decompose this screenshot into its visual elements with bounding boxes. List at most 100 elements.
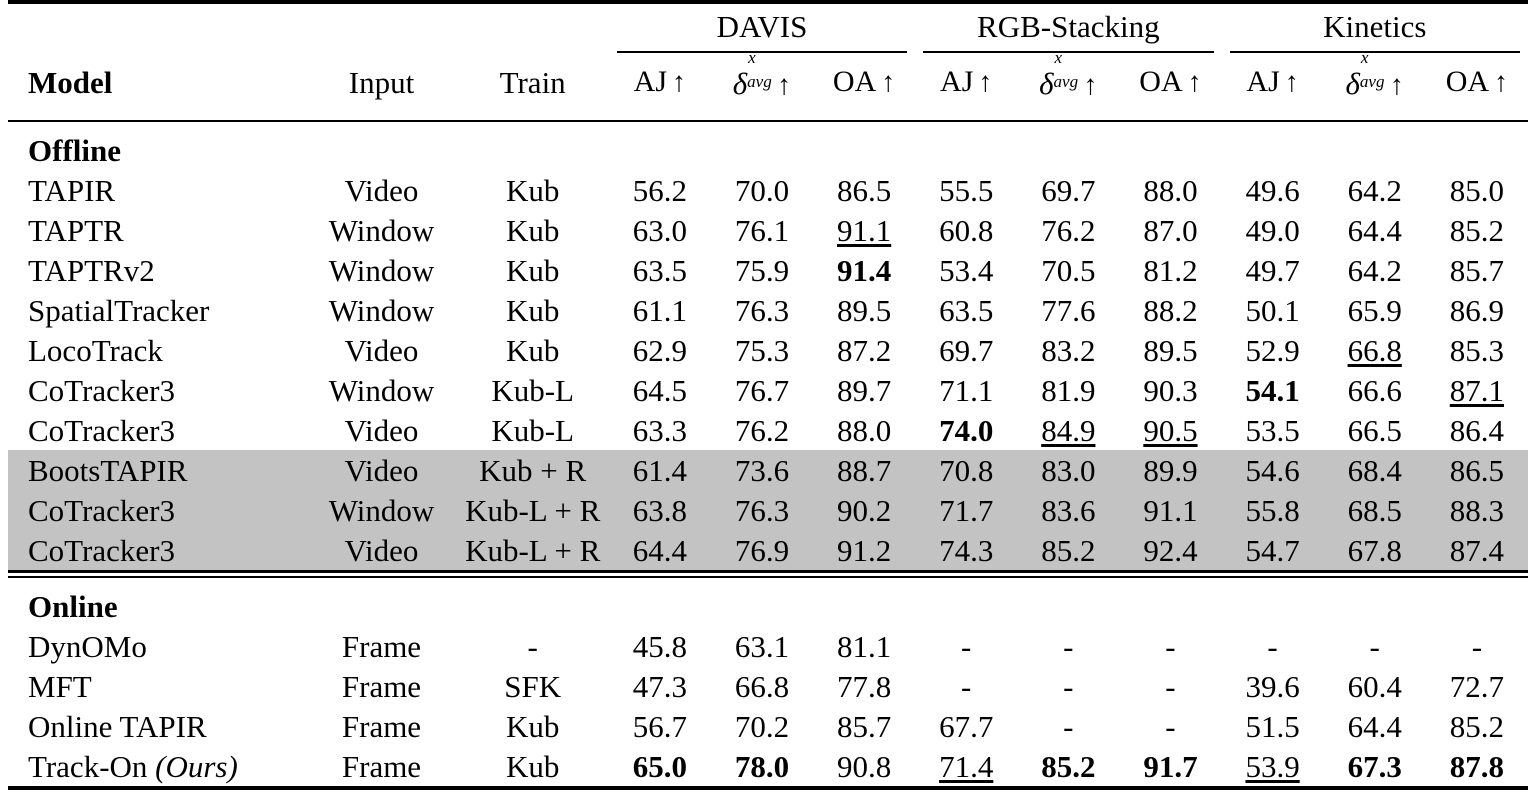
cell-model-name: Track-On (Ours)	[8, 746, 306, 788]
cell-train: Kub	[505, 212, 560, 248]
cell-metric-value: 52.9	[1222, 330, 1324, 370]
metric-header-rgb-oa: OA ↑	[1139, 65, 1202, 98]
metric-value: 51.5	[1245, 708, 1300, 744]
cell-metric-value: -	[1017, 706, 1119, 746]
group-underline-rgb-stacking	[923, 51, 1214, 53]
cell-metric-value: 60.8	[915, 210, 1017, 250]
metric-value: 75.9	[734, 252, 790, 288]
metric-value: 73.6	[734, 452, 790, 488]
metric-value: 69.7	[1041, 172, 1096, 208]
metric-value: 86.5	[1449, 452, 1504, 488]
cell-metric-value: 86.5	[813, 170, 915, 210]
metric-value: 76.9	[734, 532, 790, 568]
spacer-cell-input	[306, 4, 456, 50]
cell-metric-value: 63.8	[608, 490, 711, 530]
cell-train: Kub	[505, 708, 560, 744]
metric-value: 53.9	[1245, 748, 1300, 784]
cell-metric-value: 63.5	[915, 290, 1017, 330]
metric-value: 64.4	[632, 532, 687, 568]
cell-metric-value: 86.5	[1425, 450, 1528, 490]
cell-metric-value: 87.0	[1119, 210, 1221, 250]
cell-metric-value: 85.3	[1426, 330, 1528, 370]
metric-value: 74.0	[939, 412, 994, 448]
metric-value: 85.7	[1449, 252, 1504, 288]
metric-value: 92.4	[1143, 532, 1198, 568]
table-row: CoTracker3 Window Kub-L 64.5 76.7 89.7 71.1 81.…	[8, 370, 1528, 410]
cell-metric-value: 51.5	[1222, 706, 1324, 746]
cell-metric-value: 87.1	[1426, 370, 1528, 410]
cell-metric-value: 85.2	[1426, 706, 1528, 746]
section-offline: Offline TAPIR Video Kub 56.2 70.0 86.5 55.5 69.7…	[8, 122, 1528, 572]
metric-value: 78.0	[734, 748, 790, 784]
cell-metric-value: 81.9	[1017, 370, 1119, 410]
cell-model-name: TAPIR	[8, 170, 306, 210]
cell-metric-value: 75.3	[711, 330, 813, 370]
metric-value: 64.4	[1347, 708, 1402, 744]
cell-train: Kub	[505, 252, 560, 288]
metric-value: 52.9	[1245, 332, 1300, 368]
cell-metric-value: 70.0	[711, 170, 813, 210]
cell-metric-value: -	[915, 666, 1017, 706]
metric-value: 49.6	[1245, 172, 1300, 208]
cell-metric-value: 69.7	[1017, 170, 1119, 210]
metric-value: 63.8	[632, 492, 687, 528]
metric-value: 70.0	[734, 172, 790, 208]
metric-value: 89.5	[1143, 332, 1198, 368]
cell-metric-value: 88.0	[813, 410, 915, 450]
cell-metric-value: 85.2	[1426, 210, 1528, 250]
cell-metric-value: -	[1017, 626, 1119, 666]
metric-value: 64.2	[1347, 252, 1402, 288]
cell-metric-value: 53.5	[1222, 410, 1324, 450]
metric-value: 85.3	[1449, 332, 1504, 368]
up-arrow-icon: ↑	[1187, 67, 1202, 98]
cell-metric-value: 89.7	[813, 370, 915, 410]
cell-metric-value: 85.0	[1426, 170, 1528, 210]
metric-value: 89.5	[836, 292, 892, 328]
metric-value: 68.4	[1347, 452, 1402, 488]
model-name-label: Track-On	[28, 748, 148, 784]
metric-value: -	[1063, 668, 1074, 704]
metric-value: 85.2	[1449, 212, 1504, 248]
cell-metric-value: 71.7	[915, 490, 1018, 530]
cell-train: Kub	[505, 748, 560, 784]
metric-value: 90.8	[836, 748, 892, 784]
metric-header-kinetics-aj: AJ ↑	[1246, 65, 1299, 98]
cell-metric-value: 67.8	[1323, 530, 1426, 572]
cell-metric-value: 55.8	[1221, 490, 1324, 530]
cell-metric-value: 91.4	[813, 250, 915, 290]
cell-metric-value: 76.3	[711, 290, 813, 330]
cell-metric-value: 89.5	[1119, 330, 1221, 370]
cell-metric-value: 78.0	[711, 746, 813, 788]
cell-metric-value: 70.5	[1017, 250, 1119, 290]
metric-value: 74.3	[939, 532, 994, 568]
metric-value: 90.3	[1143, 372, 1198, 408]
cell-input: Frame	[341, 748, 422, 784]
metric-value: 86.5	[836, 172, 892, 208]
cell-metric-value: 83.6	[1017, 490, 1120, 530]
cell-metric-value: 67.7	[915, 706, 1017, 746]
metric-value: -	[1471, 628, 1483, 664]
cell-metric-value: 64.4	[608, 530, 711, 572]
cell-metric-value: 89.5	[813, 290, 915, 330]
cell-train: Kub-L	[491, 372, 574, 408]
metric-value: 85.2	[1449, 708, 1504, 744]
cell-metric-value: 88.7	[813, 450, 916, 490]
cell-metric-value: 76.2	[711, 410, 813, 450]
cell-metric-value: 88.3	[1425, 490, 1528, 530]
metric-header-kinetics-delta: δ x avg ↑	[1345, 48, 1404, 101]
section-title: Offline	[28, 132, 121, 168]
model-name-label: DynOMo	[28, 628, 147, 664]
group-header-davis: DAVIS	[609, 4, 915, 53]
metric-value: 86.9	[1449, 292, 1504, 328]
cell-model-name: CoTracker3	[8, 490, 307, 530]
metric-value: -	[1063, 628, 1074, 664]
cell-metric-value: 77.8	[813, 666, 915, 706]
model-name-label: CoTracker3	[28, 492, 175, 528]
cell-input: Frame	[341, 668, 422, 704]
metric-value: 71.4	[939, 748, 994, 784]
model-name-label: CoTracker3	[28, 412, 175, 448]
spacer-cell-train	[457, 4, 609, 50]
cell-metric-value: 66.5	[1324, 410, 1426, 450]
cell-input: Window	[328, 372, 435, 408]
metric-value: 60.8	[939, 212, 994, 248]
